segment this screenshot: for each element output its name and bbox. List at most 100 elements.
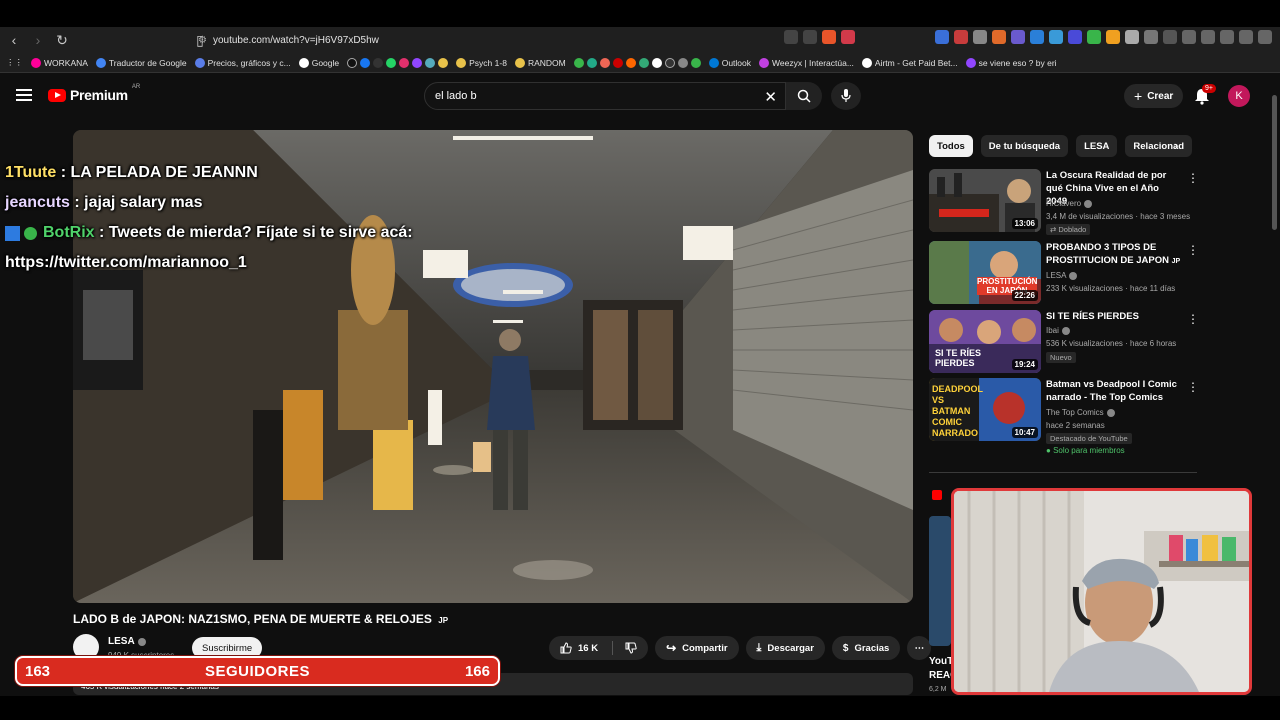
chat-message: BotRix : Tweets de mierda? Fíjate si te … [5, 218, 413, 248]
bookmark-icon[interactable] [425, 57, 436, 68]
bookmark-icon[interactable] [677, 57, 688, 68]
bookmark-icons-group [347, 57, 449, 68]
extension-icon[interactable] [1087, 30, 1101, 44]
bookmark-item[interactable]: Traductor de Google [95, 57, 187, 68]
bookmark-icon[interactable] [599, 57, 610, 68]
puzzle-icon[interactable] [1144, 30, 1158, 44]
scrollbar-thumb[interactable] [1272, 95, 1277, 230]
share-icon[interactable] [803, 30, 817, 44]
extension-icon[interactable] [954, 30, 968, 44]
chip-from-search[interactable]: De tu búsqueda [980, 135, 1069, 157]
folder-icon[interactable] [438, 57, 449, 68]
extension-icon[interactable] [1030, 30, 1044, 44]
instagram-icon[interactable] [399, 57, 410, 68]
more-actions-button[interactable]: ⋯ [907, 636, 932, 660]
recommended-video[interactable]: SI TE RÍES PIERDES 19:24 SI TE RÍES PIER… [929, 310, 1199, 374]
like-button[interactable]: 16 K [549, 636, 649, 660]
bookmark-icon[interactable] [586, 57, 597, 68]
back-icon[interactable]: ‹ [4, 30, 24, 50]
bookmark-icon[interactable] [664, 57, 675, 68]
site-info-icon[interactable]: ⚙ [198, 35, 207, 46]
bookmark-folder[interactable]: RANDOM [514, 57, 566, 68]
bookmark-icon[interactable] [625, 57, 636, 68]
plus-icon: + [1134, 88, 1143, 104]
members-only-label: ● Solo para miembros [1046, 446, 1125, 455]
rec-channel[interactable]: The Top Comics [1046, 408, 1115, 417]
extension-icon[interactable] [1163, 30, 1177, 44]
bookmark-folder[interactable]: Psych 1-8 [456, 57, 507, 68]
extension-icon[interactable] [973, 30, 987, 44]
sidebar-icon[interactable] [1201, 30, 1215, 44]
more-vertical-icon[interactable]: ⋮ [1187, 171, 1199, 185]
bookmark-item[interactable]: Airtm - Get Paid Bet... [861, 57, 958, 68]
rec-channel[interactable]: HiClavero [1046, 199, 1093, 208]
bookmark-item[interactable]: se viene eso ? by eri [965, 57, 1057, 68]
verified-icon [1061, 326, 1070, 335]
x-icon[interactable] [373, 57, 384, 68]
video-thumbnail[interactable]: PROSTITUCIÓN EN JAPÓN 22:26 [929, 241, 1041, 304]
chip-channel[interactable]: LESA [1076, 135, 1118, 157]
recommended-video[interactable]: 13:06 La Oscura Realidad de por qué Chin… [929, 169, 1199, 235]
hamburger-menu-icon[interactable] [16, 89, 32, 101]
bookmark-item[interactable]: Google [298, 57, 339, 68]
bookmark-item[interactable]: WORKANA [31, 57, 88, 68]
extension-icon[interactable] [1068, 30, 1082, 44]
youtube-premium-logo[interactable]: Premium AR [48, 84, 140, 103]
bookmark-icon[interactable] [690, 57, 701, 68]
streamer-webcam-image [954, 491, 1249, 692]
recommended-video[interactable]: DEADPOOL VS BATMAN COMIC NARRADO 10:47 B… [929, 378, 1199, 460]
recommended-video[interactable]: PROSTITUCIÓN EN JAPÓN 22:26 PROBANDO 3 T… [929, 241, 1199, 305]
whatsapp-icon[interactable] [386, 57, 397, 68]
rec-channel[interactable]: Ibai [1046, 326, 1070, 335]
bookmark-icon[interactable] [573, 57, 584, 68]
bookmark-item[interactable]: Precios, gráficos y c... [194, 57, 291, 68]
channel-name[interactable]: LESA [108, 636, 146, 647]
extension-icon[interactable] [992, 30, 1006, 44]
forward-icon[interactable]: › [28, 30, 48, 50]
chevron-right-icon[interactable]: › [1174, 138, 1178, 153]
apps-icon[interactable]: ⋮⋮ [6, 57, 23, 68]
rec-channel[interactable]: LESA [1046, 271, 1078, 280]
video-actions: 16 K ↪ Compartir ⤓ Descargar $ Gracias ⋯ [549, 636, 932, 660]
search-input[interactable]: el lado b ✕ [424, 82, 786, 110]
facebook-icon[interactable] [360, 57, 371, 68]
extension-icon[interactable] [1106, 30, 1120, 44]
video-thumbnail[interactable]: SI TE RÍES PIERDES 19:24 [929, 310, 1041, 373]
more-vertical-icon[interactable]: ⋮ [1187, 380, 1199, 394]
bookmark-icon[interactable] [651, 57, 662, 68]
extension-icon[interactable] [1011, 30, 1025, 44]
shield-icon[interactable] [1239, 30, 1253, 44]
account-avatar[interactable]: K [1228, 85, 1250, 107]
cast-icon[interactable] [784, 30, 798, 44]
clear-search-icon[interactable]: ✕ [764, 88, 777, 106]
brave-shield-icon[interactable] [822, 30, 836, 44]
wallet-icon[interactable] [1220, 30, 1234, 44]
music-icon[interactable] [1182, 30, 1196, 44]
bookmark-icon[interactable] [612, 57, 623, 68]
menu-icon[interactable] [1258, 30, 1272, 44]
thumbs-down-icon[interactable] [625, 642, 637, 654]
bookmark-item[interactable]: Weezyx | Interactúa... [759, 57, 854, 68]
extension-icon[interactable] [1049, 30, 1063, 44]
more-vertical-icon[interactable]: ⋮ [1187, 243, 1199, 257]
voice-search-button[interactable] [831, 82, 861, 110]
search-button[interactable] [786, 82, 822, 110]
video-thumbnail[interactable]: DEADPOOL VS BATMAN COMIC NARRADO 10:47 [929, 378, 1041, 441]
twitch-icon[interactable] [412, 57, 423, 68]
extension-icon[interactable] [1125, 30, 1139, 44]
bookmark-item[interactable]: Outlook [708, 57, 751, 68]
share-button[interactable]: ↪ Compartir [655, 636, 739, 660]
chip-related[interactable]: Relacionad [1125, 135, 1193, 157]
reload-icon[interactable]: ↻ [52, 30, 72, 50]
more-vertical-icon[interactable]: ⋮ [1187, 312, 1199, 326]
address-bar[interactable]: ⚙ youtube.com/watch?v=jH6V97xD5hw [198, 27, 379, 53]
create-button[interactable]: + Crear [1124, 84, 1184, 108]
brave-rewards-icon[interactable] [841, 30, 855, 44]
thanks-button[interactable]: $ Gracias [831, 636, 901, 660]
extension-icon[interactable] [935, 30, 949, 44]
video-thumbnail[interactable]: 13:06 [929, 169, 1041, 232]
tiktok-icon[interactable] [347, 57, 358, 68]
bookmark-icon[interactable] [638, 57, 649, 68]
download-button[interactable]: ⤓ Descargar [745, 636, 825, 660]
chip-all[interactable]: Todos [929, 135, 973, 157]
